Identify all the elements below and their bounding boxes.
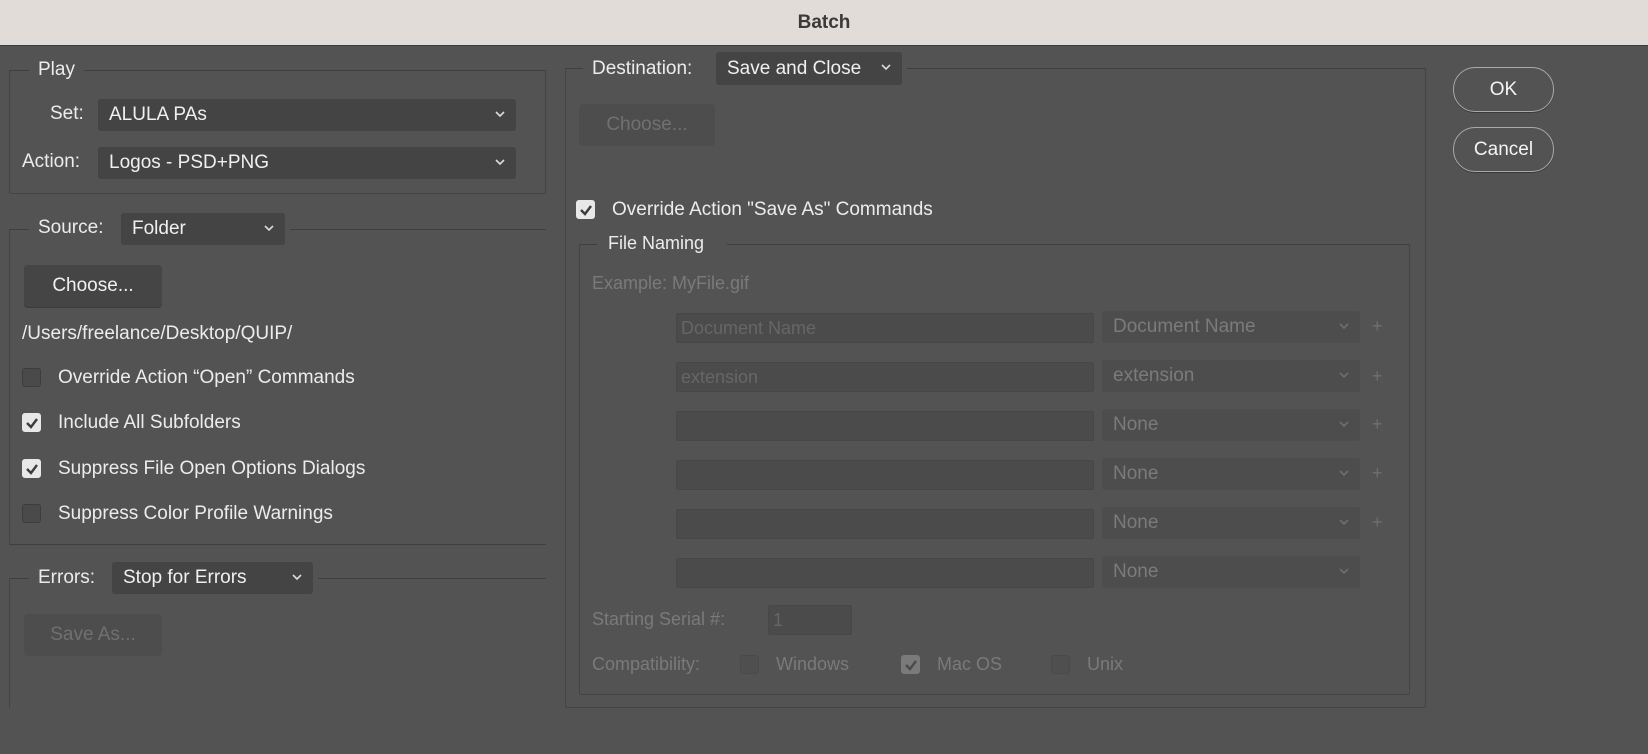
include-subfolders-checkbox[interactable] [22,413,41,432]
checkmark-icon [26,418,38,429]
naming-select-3-value: None [1113,414,1159,435]
chevron-down-icon [1339,323,1349,330]
errors-select-value: Stop for Errors [123,567,247,588]
set-select[interactable]: ALULA PAs [98,99,516,131]
suppress-open-dialogs-label: Suppress File Open Options Dialogs [58,458,366,479]
suppress-color-warnings-checkbox[interactable] [22,504,41,523]
chevron-down-icon [495,111,505,118]
chevron-down-icon [292,574,302,581]
action-label: Action: [22,151,81,172]
naming-add-3-button[interactable]: + [1372,414,1383,435]
cancel-button[interactable]: Cancel [1453,127,1554,172]
override-save-as-label: Override Action "Save As" Commands [612,199,933,220]
naming-add-2-button[interactable]: + [1372,366,1383,387]
naming-select-6[interactable]: None [1102,556,1360,588]
naming-select-5[interactable]: None [1102,507,1360,539]
naming-select-2-value: extension [1113,365,1195,386]
window-title: Batch [0,0,1648,46]
checkmark-icon [26,464,38,475]
naming-add-4-button[interactable]: + [1372,463,1383,484]
destination-select[interactable]: Save and Close [716,52,902,85]
source-path: /Users/freelance/Desktop/QUIP/ [22,323,293,344]
compat-unix-label: Unix [1087,654,1124,674]
chevron-down-icon [1339,568,1349,575]
naming-select-1-value: Document Name [1113,316,1256,337]
naming-select-4-value: None [1113,463,1159,484]
naming-select-4[interactable]: None [1102,458,1360,490]
destination-select-value: Save and Close [727,57,862,79]
file-naming-example: Example: MyFile.gif [592,273,750,293]
play-group-label: Play [38,59,75,80]
chevron-down-icon [495,159,505,166]
chevron-down-icon [1339,421,1349,428]
chevron-down-icon [881,64,891,71]
chevron-down-icon [1339,372,1349,379]
chevron-down-icon [1339,470,1349,477]
override-open-checkbox[interactable] [22,368,41,387]
errors-label: Errors: [38,567,95,588]
naming-field-4[interactable] [676,460,1094,490]
starting-serial-input[interactable]: 1 [768,605,852,635]
naming-add-5-button[interactable]: + [1372,512,1383,533]
destination-label: Destination: [592,58,693,79]
override-save-as-checkbox[interactable] [576,200,595,219]
compat-windows-checkbox[interactable] [740,655,759,674]
suppress-open-dialogs-checkbox[interactable] [22,459,41,478]
compat-macos-label: Mac OS [937,654,1003,674]
errors-select[interactable]: Stop for Errors [112,562,313,594]
set-select-value: ALULA PAs [109,104,207,125]
chevron-down-icon [1339,519,1349,526]
naming-field-5[interactable] [676,509,1094,539]
source-choose-button[interactable]: Choose... [24,265,162,307]
source-select[interactable]: Folder [121,213,285,245]
source-select-value: Folder [132,218,186,239]
naming-field-2[interactable]: extension [676,362,1094,392]
naming-field-6[interactable] [676,558,1094,588]
starting-serial-label: Starting Serial #: [592,609,726,629]
compat-unix-checkbox[interactable] [1051,655,1070,674]
naming-select-6-value: None [1113,561,1159,582]
compat-macos-checkbox[interactable] [901,655,920,674]
naming-select-1[interactable]: Document Name [1102,311,1360,343]
checkmark-icon [580,205,592,216]
action-select[interactable]: Logos - PSD+PNG [98,147,516,179]
naming-select-3[interactable]: None [1102,409,1360,441]
naming-select-2[interactable]: extension [1102,360,1360,392]
errors-save-as-button[interactable]: Save As... [24,614,162,656]
naming-select-5-value: None [1113,512,1159,533]
override-open-label: Override Action “Open” Commands [58,367,355,388]
naming-field-3[interactable] [676,411,1094,441]
include-subfolders-label: Include All Subfolders [58,412,241,433]
compat-windows-label: Windows [776,654,850,674]
ok-button[interactable]: OK [1453,67,1554,112]
file-naming-label: File Naming [608,233,705,253]
chevron-down-icon [264,225,274,232]
source-label: Source: [38,217,104,238]
set-label: Set: [50,103,84,124]
naming-add-1-button[interactable]: + [1372,316,1383,337]
naming-field-1[interactable]: Document Name [676,313,1094,343]
compatibility-label: Compatibility: [592,654,701,674]
destination-choose-button[interactable]: Choose... [579,104,715,146]
suppress-color-warnings-label: Suppress Color Profile Warnings [58,503,333,524]
action-select-value: Logos - PSD+PNG [109,152,269,173]
checkmark-icon [905,660,917,671]
